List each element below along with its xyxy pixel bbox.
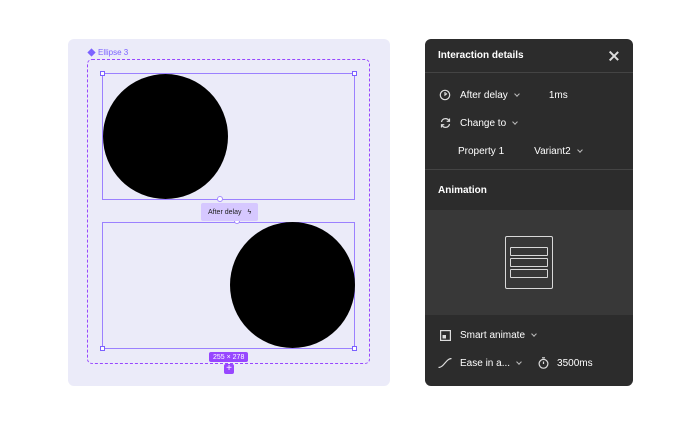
lightning-icon: ϟ: [247, 208, 252, 216]
design-canvas[interactable]: Ellipse 3 After delay ϟ 255 × 278 +: [68, 39, 390, 386]
action-label: Change to: [460, 117, 507, 129]
easing-row: Ease in a... 3500ms: [425, 349, 633, 377]
panel-title: Interaction details: [438, 50, 524, 61]
dimensions-badge: 255 × 278: [209, 352, 249, 362]
resize-handle-bottom-left[interactable]: [100, 346, 105, 351]
interaction-settings: After delay 1ms Change to Property 1 Var…: [425, 73, 633, 170]
property-row: Property 1 Variant2: [425, 137, 633, 165]
swap-icon: [438, 116, 452, 130]
animation-type-label: Smart animate: [460, 329, 526, 341]
animation-type-dropdown[interactable]: Smart animate: [460, 329, 537, 341]
duration-input[interactable]: 3500ms: [557, 358, 593, 369]
chevron-down-icon: [531, 330, 537, 337]
frame-label-text: Ellipse 3: [98, 48, 129, 57]
variant-value: Variant2: [534, 145, 571, 157]
resize-handle-bottom-right[interactable]: [352, 346, 357, 351]
action-row: Change to: [425, 109, 633, 137]
chevron-down-icon: [512, 118, 518, 125]
ellipse-variant-1[interactable]: [103, 74, 228, 199]
variant-dropdown[interactable]: Variant2: [534, 145, 583, 157]
add-variant-button[interactable]: +: [224, 364, 234, 374]
close-icon[interactable]: [607, 49, 621, 63]
trigger-label: After delay: [460, 89, 508, 101]
smart-animate-icon: [438, 328, 452, 342]
animation-preview: [425, 210, 633, 315]
easing-dropdown[interactable]: Ease in a...: [460, 357, 522, 369]
component-frame-label[interactable]: Ellipse 3: [87, 48, 129, 57]
resize-handle-top-right[interactable]: [352, 71, 357, 76]
trigger-row: After delay 1ms: [425, 81, 633, 109]
easing-label: Ease in a...: [460, 357, 511, 369]
animation-type-row: Smart animate: [425, 321, 633, 349]
chevron-down-icon: [576, 146, 583, 153]
stopwatch-icon: [536, 356, 550, 370]
chevron-down-icon: [516, 358, 522, 365]
resize-handle-top-left[interactable]: [100, 71, 105, 76]
interaction-delay-tag[interactable]: After delay ϟ: [201, 203, 259, 221]
component-icon: [87, 48, 96, 57]
easing-curve-icon: [438, 356, 452, 370]
timer-icon: [438, 88, 452, 102]
chevron-down-icon: [513, 90, 520, 97]
animation-settings: Smart animate Ease in a... 3500ms: [425, 315, 633, 377]
animation-section-title: Animation: [438, 184, 487, 196]
delay-tag-label: After delay: [208, 208, 242, 216]
interaction-details-panel: Interaction details After delay 1ms Chan…: [425, 39, 633, 386]
connection-start-node[interactable]: [217, 196, 223, 202]
delay-value-input[interactable]: 1ms: [549, 90, 568, 101]
preview-bar: [510, 247, 548, 256]
ellipse-variant-2[interactable]: [230, 222, 355, 348]
preview-bar: [510, 269, 548, 278]
preview-bar: [510, 258, 548, 267]
trigger-dropdown[interactable]: After delay: [460, 89, 520, 101]
preview-frame-icon: [505, 236, 553, 289]
action-dropdown[interactable]: Change to: [460, 117, 518, 129]
panel-header: Interaction details: [425, 39, 633, 73]
property-name: Property 1: [458, 145, 505, 157]
